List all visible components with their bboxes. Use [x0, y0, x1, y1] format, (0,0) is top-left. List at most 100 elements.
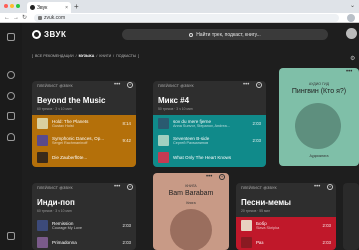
playlist-meta: 50 треков · 3 ч 10 мин: [158, 107, 193, 111]
track-artist: Sergei Rachmaninoff: [52, 141, 88, 145]
playlist-title: Микс #4: [158, 96, 190, 105]
filter-separator: /: [113, 54, 115, 58]
search-placeholder: Найти трек, подкаст, книгу...: [196, 31, 261, 38]
tab-list-chevron-icon[interactable]: ⌄: [350, 2, 355, 9]
track-cover: [158, 135, 169, 146]
home-icon[interactable]: [7, 33, 15, 41]
more-options-icon[interactable]: •••: [206, 174, 212, 180]
browser-toolbar: ← → ↻ zvuk.com: [0, 13, 359, 23]
add-playlist-icon[interactable]: +: [256, 82, 262, 88]
discover-icon[interactable]: [7, 71, 15, 79]
user-avatar[interactable]: [346, 28, 357, 39]
book-cover: [170, 209, 212, 250]
add-playlist-icon[interactable]: +: [327, 184, 333, 190]
track-duration: 8:14: [122, 121, 131, 126]
track-row[interactable]: Remission Courage My Love 2:03: [32, 217, 136, 234]
more-options-icon[interactable]: •••: [346, 69, 352, 75]
more-options-icon[interactable]: •••: [114, 184, 120, 190]
browser-tab-strip: Звук × + ⌄: [0, 0, 359, 13]
track-list: Remission Courage My Love 2:03 Primadonna…: [32, 217, 136, 250]
filter-separator: /: [96, 54, 98, 58]
track-duration: 2:03: [252, 121, 261, 126]
track-row[interactable]: Бобр Slava Skripka 2:03: [236, 217, 336, 234]
url-text: zvuk.com: [44, 15, 66, 21]
content-kind-label: АУДИО ГИД: [308, 82, 330, 86]
playlist-type-label: ПЛЕЙЛИСТ @ЗВУК: [37, 186, 73, 190]
track-name: Die Zauberflöte...: [52, 155, 88, 160]
reload-button[interactable]: ↻: [22, 13, 27, 23]
zvuk-logo-icon: [32, 30, 41, 39]
logo-text: ЗВУК: [44, 30, 67, 39]
track-artist: Courage My Love: [52, 226, 82, 230]
filter-podcasts[interactable]: ПОДКАСТЫ: [116, 54, 136, 58]
add-book-icon[interactable]: +: [219, 174, 225, 180]
display-settings-icon[interactable]: ⚙: [350, 55, 355, 62]
maximize-window-button[interactable]: [16, 4, 20, 8]
app-header: ЗВУК Найти трек, подкаст, книгу...: [22, 23, 359, 48]
track-cover: [37, 118, 48, 129]
track-artist: Slava Skripka: [256, 226, 280, 230]
playlist-meta: 60 треков · 3 ч 10 мин: [37, 107, 72, 111]
close-tab-icon[interactable]: ×: [65, 5, 68, 11]
filter-books[interactable]: КНИГИ: [99, 54, 111, 58]
playlist-card-indie-pop[interactable]: ПЛЕЙЛИСТ @ЗВУК ••• + Инди-поп 60 треков …: [32, 183, 136, 250]
track-row[interactable]: Die Zauberflöte...: [32, 149, 136, 166]
playlist-card-beyond-the-music[interactable]: ПЛЕЙЛИСТ @ЗВУК ••• + Beyond the Music 60…: [32, 81, 136, 167]
app-sidebar: [0, 23, 22, 250]
add-playlist-icon[interactable]: +: [127, 82, 133, 88]
track-row[interactable]: Primadonna 2:03: [32, 234, 136, 250]
minimize-window-button[interactable]: [10, 4, 14, 8]
window-controls: [4, 4, 20, 8]
track-list: sov du mere fjerne Anna Sunvor, Stepanov,…: [153, 115, 266, 167]
playlist-type-label: ПЛЕЙЛИСТ @ЗВУК: [37, 84, 73, 88]
audiobook-card-penguin[interactable]: ••• АУДИО ГИД Пингвин (Кто я?) Аудиокниг…: [279, 68, 359, 166]
playlist-card-mix-4[interactable]: ПЛЕЙЛИСТ @ЗВУК ••• + Микс #4 50 треков ·…: [153, 81, 266, 167]
zvuk-favicon-icon: [30, 5, 35, 10]
radio-icon[interactable]: [7, 92, 15, 100]
track-cover: [241, 237, 252, 248]
browser-tab[interactable]: Звук ×: [27, 2, 71, 13]
playlist-card-partial[interactable]: [343, 183, 359, 250]
filter-bracket-open: [: [32, 54, 33, 58]
forward-button[interactable]: →: [13, 13, 19, 23]
book-title: Bam Barabam: [168, 190, 214, 197]
track-artist: Gustav Holst: [52, 124, 74, 128]
playlist-meta: 60 треков · 3 ч 10 мин: [37, 209, 72, 213]
close-window-button[interactable]: [4, 4, 8, 8]
track-row[interactable]: What Only The Heart Knows: [153, 149, 266, 166]
more-options-icon[interactable]: •••: [314, 184, 320, 190]
settings-icon[interactable]: [7, 232, 15, 240]
track-cover: [158, 152, 169, 163]
playlist-type-label: ПЛЕЙЛИСТ @ЗВУК: [241, 186, 277, 190]
track-duration: 2:03: [322, 240, 331, 245]
browser-profile-avatar[interactable]: [347, 14, 355, 22]
track-row[interactable]: Seventeen B-side Сергей Рахманинов 2:03: [153, 132, 266, 149]
library-icon[interactable]: [7, 112, 15, 120]
zvuk-logo[interactable]: ЗВУК: [32, 30, 66, 39]
filter-bracket-close: ]: [138, 54, 140, 58]
track-row[interactable]: Раз 2:03: [236, 234, 336, 250]
back-button[interactable]: ←: [4, 13, 10, 23]
track-row[interactable]: Hold: The Planets Gustav Holst 8:14: [32, 115, 136, 132]
lock-icon: [38, 16, 42, 20]
filter-music[interactable]: МУЗЫКА: [79, 54, 95, 58]
more-options-icon[interactable]: •••: [114, 82, 120, 88]
search-bar[interactable]: Найти трек, подкаст, книгу...: [122, 29, 328, 40]
add-playlist-icon[interactable]: +: [127, 184, 133, 190]
track-cover: [158, 118, 169, 129]
more-options-icon[interactable]: •••: [243, 82, 249, 88]
playlist-title: Beyond the Music: [37, 96, 106, 105]
playlist-title: Инди-поп: [37, 198, 75, 207]
address-bar[interactable]: zvuk.com: [34, 14, 339, 22]
track-name: What Only The Heart Knows: [173, 155, 232, 160]
filter-all[interactable]: ВСЕ РЕКОМЕНДАЦИИ: [35, 54, 74, 58]
favorites-heart-icon[interactable]: [7, 133, 15, 141]
track-cover: [241, 220, 252, 231]
track-row[interactable]: Symphonic Dances, Op... Sergei Rachmanino…: [32, 132, 136, 149]
playlist-meta: 20 треков · 55 мин: [241, 209, 271, 213]
playlist-card-meme-songs[interactable]: ПЛЕЙЛИСТ @ЗВУК ••• + Песни-мемы 20 треко…: [236, 183, 336, 250]
track-list: Бобр Slava Skripka 2:03 Раз 2:03: [236, 217, 336, 250]
book-card-bam-barabam[interactable]: ••• + КНИГА Bam Barabam Книга: [153, 173, 229, 250]
track-row[interactable]: sov du mere fjerne Anna Sunvor, Stepanov,…: [153, 115, 266, 132]
new-tab-button[interactable]: +: [74, 2, 79, 11]
